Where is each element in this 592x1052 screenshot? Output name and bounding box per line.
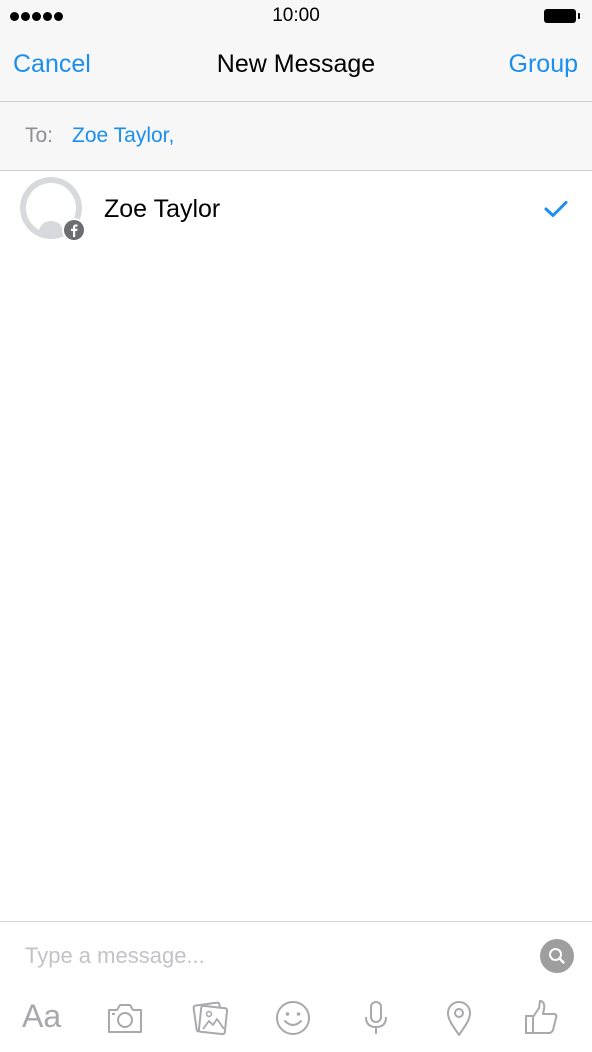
location-pin-icon[interactable] — [437, 996, 481, 1040]
page-title: New Message — [216, 50, 376, 78]
search-button[interactable] — [540, 939, 574, 973]
search-icon — [549, 948, 565, 964]
camera-icon[interactable] — [103, 996, 147, 1040]
battery-icon — [544, 9, 580, 23]
status-time: 10:00 — [272, 5, 320, 26]
microphone-icon[interactable] — [354, 996, 398, 1040]
thumbs-up-icon[interactable] — [520, 996, 564, 1040]
contact-row[interactable] — [0, 171, 592, 247]
checkmark-icon — [544, 201, 568, 217]
recipient-token[interactable]: Zoe Taylor, — [72, 124, 174, 148]
facebook-icon — [62, 218, 86, 242]
text-format-button[interactable]: Aa — [22, 998, 61, 1035]
composer-divider — [0, 921, 592, 922]
group-button[interactable]: Group — [509, 50, 578, 79]
contact-name: Zoe Taylor — [104, 195, 221, 223]
message-input[interactable] — [25, 940, 525, 972]
to-label: To: — [25, 124, 54, 147]
photo-gallery-icon[interactable] — [188, 996, 232, 1040]
emoji-icon[interactable] — [271, 996, 315, 1040]
